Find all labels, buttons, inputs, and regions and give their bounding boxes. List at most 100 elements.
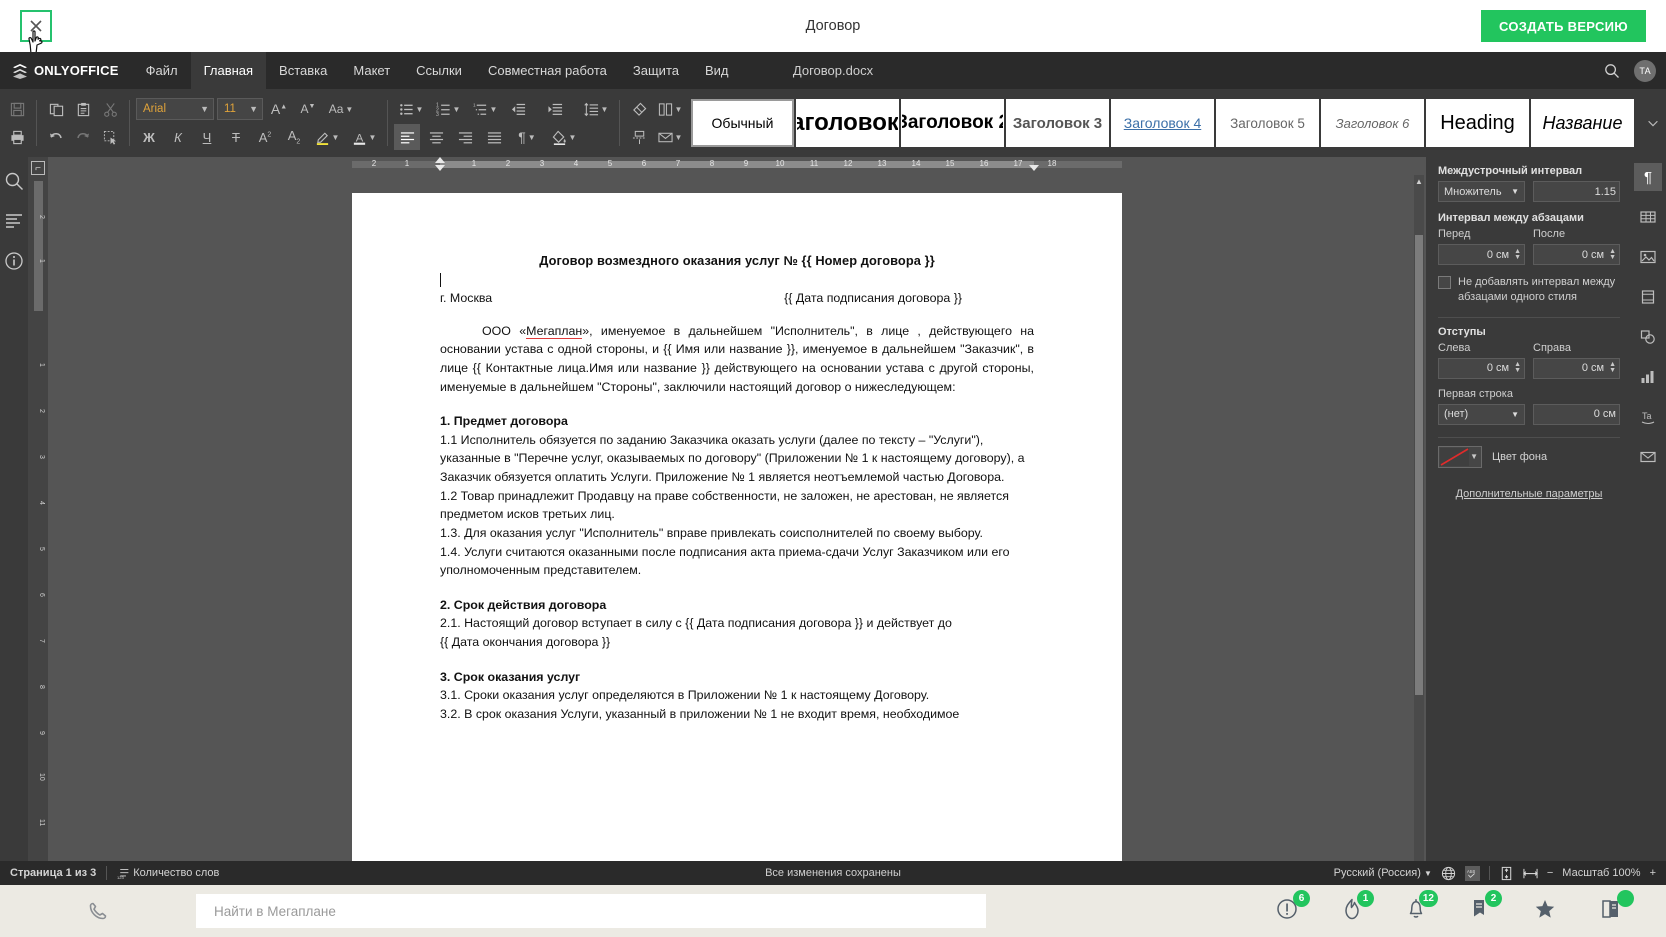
save-button[interactable] xyxy=(4,96,30,122)
tab-stop-selector-icon[interactable]: ⌐ xyxy=(31,161,45,175)
spacing-after-input[interactable]: 0 см ▲ ▼ xyxy=(1533,244,1620,265)
no-spacing-same-style-checkbox-row[interactable]: Не добавлять интервал между абзацами одн… xyxy=(1438,275,1620,305)
document-canvas[interactable]: 2 1 1 2 3 4 5 6 7 8 9 10 11 12 13 14 15 … xyxy=(48,157,1426,885)
megaplan-search-input[interactable]: Найти в Мегаплане xyxy=(196,894,986,928)
underline-button[interactable]: Ч xyxy=(194,124,220,150)
menu-item-layout[interactable]: Макет xyxy=(340,52,403,89)
style-heading-2[interactable]: Заголовок 2 xyxy=(901,99,1004,147)
chart-settings-icon[interactable] xyxy=(1634,363,1662,391)
scroll-up-arrow-icon[interactable]: ▲ xyxy=(1414,175,1424,188)
vertical-ruler[interactable]: ⌐ 2 1 1 2 3 4 5 6 7 8 9 10 11 12 13 xyxy=(28,157,48,919)
align-justify-button[interactable] xyxy=(481,124,507,150)
menu-item-references[interactable]: Ссылки xyxy=(403,52,475,89)
style-heading-6[interactable]: Заголовок 6 xyxy=(1321,99,1424,147)
no-spacing-same-style-checkbox[interactable] xyxy=(1438,276,1451,289)
bullet-list-button[interactable]: ▼ xyxy=(394,96,428,122)
fit-page-icon[interactable] xyxy=(1499,866,1514,881)
style-title[interactable]: Название xyxy=(1531,99,1634,147)
menu-item-view[interactable]: Вид xyxy=(692,52,742,89)
line-spacing-value-input[interactable]: 1.15 xyxy=(1533,181,1620,202)
close-button[interactable] xyxy=(20,10,52,42)
paste-button[interactable] xyxy=(70,96,96,122)
search-icon[interactable] xyxy=(4,171,24,191)
style-heading-3[interactable]: Заголовок 3 xyxy=(1006,99,1109,147)
cut-button[interactable] xyxy=(97,96,123,122)
document-vertical-scrollbar[interactable]: ▲ ▼ xyxy=(1414,175,1424,881)
style-heading[interactable]: Heading xyxy=(1426,99,1529,147)
language-selector[interactable]: Русский (Россия) ▼ xyxy=(1334,867,1432,879)
first-line-indent-input[interactable]: 0 см xyxy=(1533,403,1620,425)
menu-item-file[interactable]: Файл xyxy=(133,52,191,89)
first-line-indent-marker[interactable] xyxy=(435,157,445,163)
star-icon[interactable] xyxy=(1534,898,1556,925)
indent-left-input[interactable]: 0 см ▲ ▼ xyxy=(1438,357,1525,379)
fit-width-icon[interactable] xyxy=(1523,866,1538,881)
highlight-color-button[interactable]: ▼ xyxy=(310,124,344,150)
document-page[interactable]: Договор возмездного оказания услуг № {{ … xyxy=(352,193,1122,885)
decrease-font-size-button[interactable]: A▼ xyxy=(295,96,321,122)
fire-icon[interactable]: 1 xyxy=(1342,889,1374,925)
font-family-select[interactable]: Arial ▼ xyxy=(136,98,214,120)
stepper-arrows-icon[interactable]: ▲ ▼ xyxy=(1609,361,1616,374)
menu-item-collaboration[interactable]: Совместная работа xyxy=(475,52,620,89)
background-color-picker[interactable]: ▼ xyxy=(1438,445,1482,468)
columns-button[interactable]: ▼ xyxy=(653,96,687,122)
style-heading-5[interactable]: Заголовок 5 xyxy=(1216,99,1319,147)
decrease-indent-button[interactable] xyxy=(505,96,531,122)
search-icon[interactable] xyxy=(1604,63,1620,79)
spellcheck-icon[interactable]: АБВ xyxy=(1464,865,1480,881)
stepper-arrows-icon[interactable]: ▲ ▼ xyxy=(1514,361,1521,374)
clear-formatting-button[interactable] xyxy=(626,96,652,122)
menu-item-protection[interactable]: Защита xyxy=(620,52,692,89)
multilevel-list-button[interactable]: 1 ▼ xyxy=(468,96,502,122)
font-size-select[interactable]: 11 ▼ xyxy=(217,98,263,120)
align-center-button[interactable] xyxy=(423,124,449,150)
shape-settings-icon[interactable] xyxy=(1634,323,1662,351)
image-settings-icon[interactable] xyxy=(1634,243,1662,271)
tasks-icon[interactable]: 2 xyxy=(1470,889,1502,925)
user-avatar[interactable]: ТА xyxy=(1634,59,1656,82)
first-line-type-select[interactable]: (нет) ▼ xyxy=(1438,403,1525,425)
insert-comment-button[interactable]: ▼ xyxy=(653,124,687,150)
zoom-in-button[interactable]: + xyxy=(1650,867,1656,879)
stepper-arrows-icon[interactable]: ▲ ▼ xyxy=(1514,248,1521,261)
info-icon[interactable] xyxy=(4,251,24,271)
left-indent-marker[interactable] xyxy=(435,165,445,171)
shading-color-button[interactable]: ▼ xyxy=(547,124,581,150)
copy-button[interactable] xyxy=(43,96,69,122)
paragraph-settings-icon[interactable]: ¶ xyxy=(1634,163,1662,191)
zoom-level-label[interactable]: Масштаб 100% xyxy=(1562,867,1640,879)
strikethrough-button[interactable]: Т xyxy=(223,124,249,150)
style-heading-1[interactable]: Заголовок 1 xyxy=(796,99,899,147)
font-color-button[interactable]: A ▼ xyxy=(347,124,381,150)
header-footer-settings-icon[interactable] xyxy=(1634,283,1662,311)
word-count-button[interactable]: 123 Количество слов xyxy=(117,867,219,880)
italic-button[interactable]: К xyxy=(165,124,191,150)
undo-button[interactable] xyxy=(43,124,69,150)
text-art-settings-icon[interactable]: Ta xyxy=(1634,403,1662,431)
table-settings-icon[interactable] xyxy=(1634,203,1662,231)
expand-ribbon-button[interactable] xyxy=(1646,89,1660,157)
print-button[interactable] xyxy=(4,124,30,150)
line-spacing-button[interactable]: ▼ xyxy=(579,96,613,122)
numbered-list-button[interactable]: 1 2 3 ▼ xyxy=(431,96,465,122)
subscript-button[interactable]: A2 xyxy=(281,124,307,150)
line-spacing-mode-select[interactable]: Множитель ▼ xyxy=(1438,181,1525,202)
increase-indent-button[interactable] xyxy=(542,96,568,122)
bell-icon[interactable]: 12 xyxy=(1406,889,1438,925)
style-heading-4[interactable]: Заголовок 4 xyxy=(1111,99,1214,147)
navigation-headings-icon[interactable] xyxy=(4,211,24,231)
book-icon[interactable] xyxy=(1600,889,1634,925)
page-indicator[interactable]: Страница 1 из 3 xyxy=(10,867,96,879)
redo-button[interactable] xyxy=(70,124,96,150)
mail-merge-settings-icon[interactable] xyxy=(1634,443,1662,471)
insert-page-break-button[interactable] xyxy=(626,124,652,150)
align-left-button[interactable] xyxy=(394,124,420,150)
globe-icon[interactable] xyxy=(1441,866,1456,881)
alert-icon[interactable]: 6 xyxy=(1276,889,1310,925)
format-painter-button[interactable] xyxy=(97,124,123,150)
menu-item-home[interactable]: Главная xyxy=(190,52,267,89)
indent-right-input[interactable]: 0 см ▲ ▼ xyxy=(1533,357,1620,379)
right-indent-marker[interactable] xyxy=(1029,165,1039,171)
stepper-arrows-icon[interactable]: ▲ ▼ xyxy=(1609,248,1616,261)
